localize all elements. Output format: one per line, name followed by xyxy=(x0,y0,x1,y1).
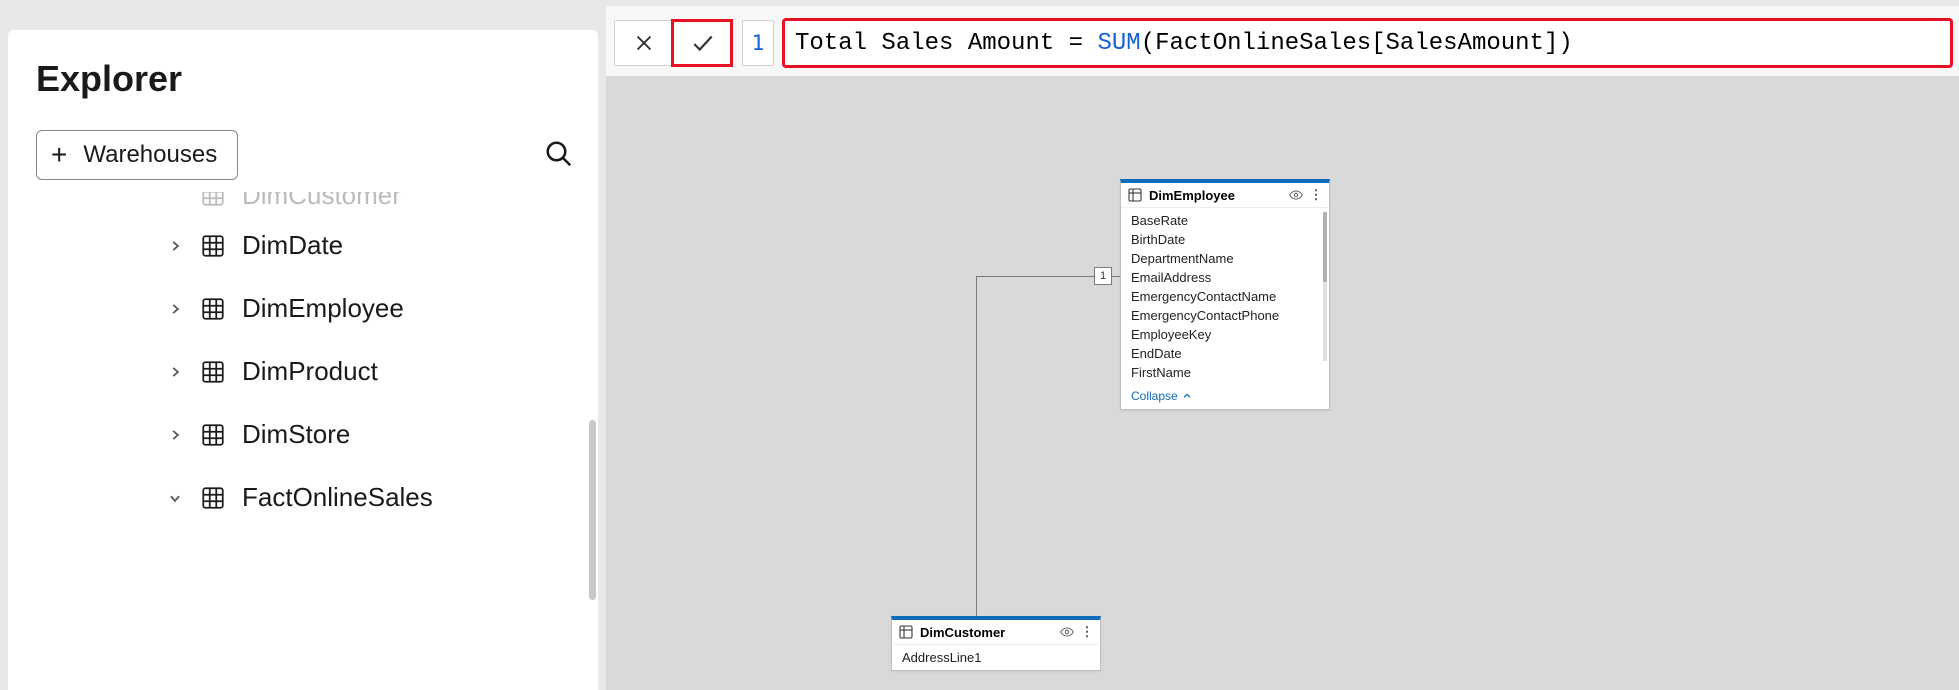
main-area: 1 Total Sales Amount = SUM(FactOnlineSal… xyxy=(606,6,1959,690)
formula-input[interactable]: Total Sales Amount = SUM(FactOnlineSales… xyxy=(784,20,1951,66)
collapse-label: Collapse xyxy=(1131,389,1178,403)
entity-fields: BaseRate BirthDate DepartmentName EmailA… xyxy=(1121,208,1329,385)
entity-field[interactable]: BaseRate xyxy=(1131,212,1319,229)
entity-card-dimemployee[interactable]: DimEmployee ⋮ BaseRate BirthDate Departm… xyxy=(1120,179,1330,410)
token-function: SUM xyxy=(1097,30,1140,57)
search-icon xyxy=(544,139,574,169)
visibility-icon[interactable] xyxy=(1060,625,1074,639)
sidebar-item-dimstore[interactable]: DimStore xyxy=(166,403,570,466)
sidebar-item-dimdate[interactable]: DimDate xyxy=(166,214,570,277)
sidebar-item-label: FactOnlineSales xyxy=(242,482,433,513)
table-icon xyxy=(198,192,228,210)
entity-field[interactable]: EndDate xyxy=(1131,345,1319,362)
entity-header[interactable]: DimEmployee ⋮ xyxy=(1121,183,1329,208)
chevron-right-icon xyxy=(166,237,184,255)
sidebar-item-dimcustomer[interactable]: DimCustomer xyxy=(166,192,570,214)
entity-title: DimCustomer xyxy=(920,625,1005,640)
entity-field[interactable]: AddressLine1 xyxy=(902,649,1090,666)
sidebar-item-dimemployee[interactable]: DimEmployee xyxy=(166,277,570,340)
checkmark-icon xyxy=(690,30,716,56)
explorer-toolbar: + Warehouses xyxy=(36,130,580,180)
table-icon xyxy=(1127,187,1143,203)
formula-bar: 1 Total Sales Amount = SUM(FactOnlineSal… xyxy=(606,6,1959,76)
token-open-paren: ( xyxy=(1141,30,1155,57)
entity-title: DimEmployee xyxy=(1149,188,1235,203)
token-close-paren: ) xyxy=(1558,30,1572,57)
relationship-cardinality-badge: 1 xyxy=(1094,267,1112,285)
table-icon xyxy=(198,294,228,324)
entity-card-dimcustomer[interactable]: DimCustomer ⋮ AddressLine1 xyxy=(891,616,1101,671)
entity-fields: AddressLine1 xyxy=(892,645,1100,670)
more-icon[interactable]: ⋮ xyxy=(1309,187,1323,203)
entity-field[interactable]: DepartmentName xyxy=(1131,250,1319,267)
chevron-up-icon xyxy=(1182,391,1192,401)
more-icon[interactable]: ⋮ xyxy=(1080,624,1094,640)
table-icon xyxy=(198,231,228,261)
sidebar-item-label: DimProduct xyxy=(242,356,378,387)
sidebar-item-label: DimDate xyxy=(242,230,343,261)
chevron-right-icon xyxy=(166,426,184,444)
plus-icon: + xyxy=(51,139,67,171)
sidebar-item-label: DimStore xyxy=(242,419,350,450)
sidebar-item-dimproduct[interactable]: DimProduct xyxy=(166,340,570,403)
explorer-panel: Explorer + Warehouses DimCustomer xyxy=(8,30,598,690)
table-icon xyxy=(198,357,228,387)
sidebar-item-label: DimEmployee xyxy=(242,293,404,324)
chevron-right-icon xyxy=(166,363,184,381)
scrollbar[interactable] xyxy=(1323,212,1327,361)
model-canvas[interactable]: 1 DimEmployee ⋮ BaseRate BirthDate xyxy=(606,76,1959,690)
chevron-right-icon xyxy=(166,192,184,204)
explorer-title: Explorer xyxy=(36,58,580,100)
sidebar-item-factonlinesales[interactable]: FactOnlineSales xyxy=(166,466,570,529)
entity-header[interactable]: DimCustomer ⋮ xyxy=(892,620,1100,645)
sidebar-item-label: DimCustomer xyxy=(242,192,401,211)
entity-field[interactable]: EmergencyContactPhone xyxy=(1131,307,1319,324)
chevron-down-icon xyxy=(166,489,184,507)
chevron-right-icon xyxy=(166,300,184,318)
table-icon xyxy=(898,624,914,640)
table-icon xyxy=(198,420,228,450)
token-reference: FactOnlineSales[SalesAmount] xyxy=(1155,30,1558,57)
warehouses-button-label: Warehouses xyxy=(83,141,217,169)
scrollbar-thumb[interactable] xyxy=(589,420,596,600)
token-measure: Total Sales Amount xyxy=(795,30,1069,57)
commit-formula-button[interactable] xyxy=(673,21,731,65)
add-warehouses-button[interactable]: + Warehouses xyxy=(36,130,238,180)
cancel-formula-button[interactable] xyxy=(615,21,673,65)
explorer-tree: DimCustomer DimDate DimEmployee xyxy=(36,208,580,529)
entity-field[interactable]: BirthDate xyxy=(1131,231,1319,248)
entity-field[interactable]: EmailAddress xyxy=(1131,269,1319,286)
search-button[interactable] xyxy=(538,133,580,178)
formula-line-number: 1 xyxy=(742,20,774,66)
relationship-line xyxy=(976,276,977,656)
table-icon xyxy=(198,483,228,513)
token-equals: = xyxy=(1069,30,1098,57)
visibility-icon[interactable] xyxy=(1289,188,1303,202)
entity-field[interactable]: EmployeeKey xyxy=(1131,326,1319,343)
formula-button-group xyxy=(614,20,732,66)
entity-field[interactable]: EmergencyContactName xyxy=(1131,288,1319,305)
close-icon xyxy=(633,32,655,54)
entity-collapse-button[interactable]: Collapse xyxy=(1121,385,1329,409)
entity-field[interactable]: FirstName xyxy=(1131,364,1319,381)
